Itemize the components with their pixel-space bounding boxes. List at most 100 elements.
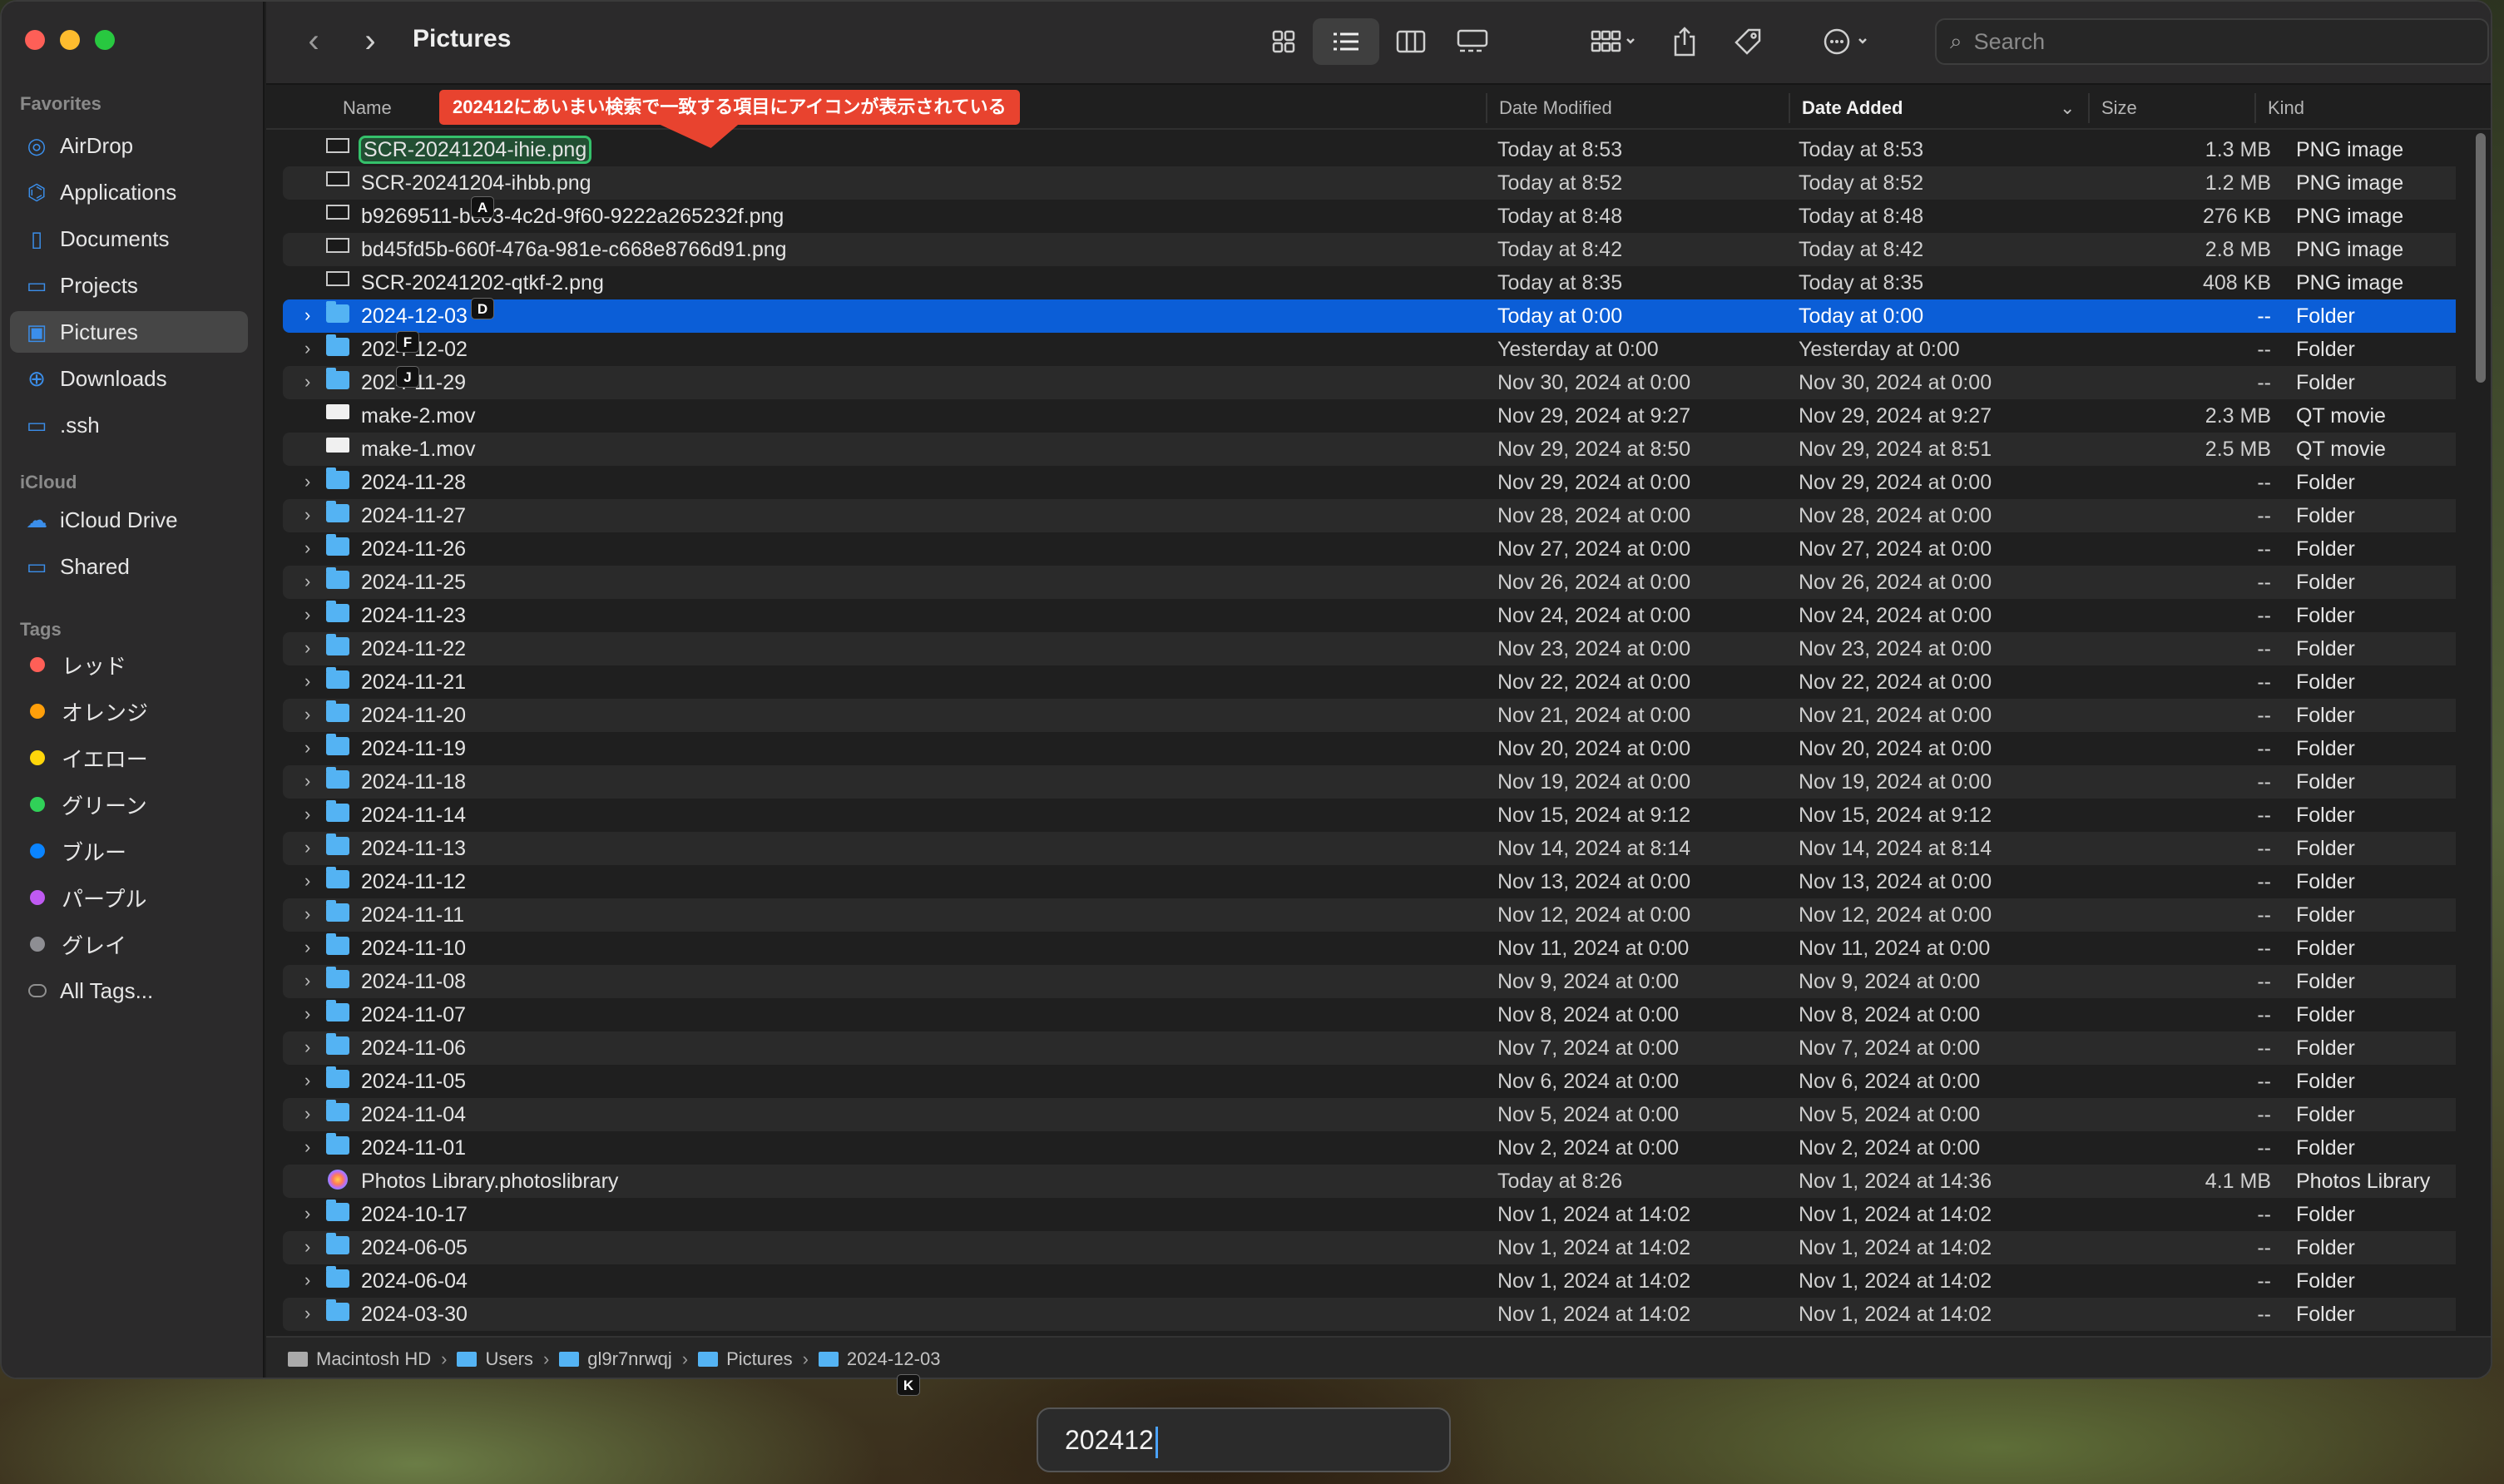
sidebar-tag-item[interactable]: グリーン [10,784,248,825]
back-button[interactable]: ‹ [293,20,334,62]
table-row[interactable]: › 2024-11-26 Nov 27, 2024 at 0:00 Nov 27, 2… [283,532,2456,566]
disclosure-chevron-icon[interactable]: › [304,637,310,659]
table-row[interactable]: › 2024-06-04 Nov 1, 2024 at 14:02 Nov 1, 20… [283,1264,2456,1298]
path-segment[interactable]: gl9r7nrwqj [559,1348,672,1370]
disclosure-chevron-icon[interactable]: › [304,804,310,825]
table-row[interactable]: › 2024-11-04 Nov 5, 2024 at 0:00 Nov 5, 202… [283,1098,2456,1131]
table-row[interactable]: SCR-20241204-ihbb.png Today at 8:52 Today … [283,166,2456,200]
gallery-view-button[interactable] [1447,18,1497,65]
hint-search-input[interactable]: 202412 [1037,1407,1451,1472]
column-size[interactable]: Size [2101,97,2137,119]
icon-view-button[interactable] [1261,18,1306,65]
disclosure-chevron-icon[interactable]: › [304,903,310,925]
sidebar-item--ssh[interactable]: ▭ .ssh [10,404,248,446]
table-row[interactable]: ›2024-11-29Nov 30, 2024 at 0:00Nov 30, 2… [283,366,2456,399]
path-segment[interactable]: Macintosh HD [288,1348,431,1370]
sidebar-tag-item[interactable]: レッド [10,644,248,685]
disclosure-chevron-icon[interactable]: › [304,970,310,992]
table-row[interactable]: › 2024-11-14 Nov 15, 2024 at 9:12 Nov 15, 2… [283,799,2456,832]
disclosure-chevron-icon[interactable]: › [304,504,310,526]
disclosure-chevron-icon[interactable]: › [304,870,310,892]
table-row[interactable]: › 2024-11-28 Nov 29, 2024 at 0:00 Nov 29, 2… [283,466,2456,499]
table-row[interactable]: › 2024-11-01 Nov 2, 2024 at 0:00 Nov 2, 202… [283,1131,2456,1165]
table-row[interactable]: make-2.mov Nov 29, 2024 at 9:27 Nov 29, 20… [283,399,2456,433]
disclosure-chevron-icon[interactable]: › [304,704,310,725]
disclosure-chevron-icon[interactable]: › [304,770,310,792]
table-row[interactable]: › 2024-11-19 Nov 20, 2024 at 0:00 Nov 20, 2… [283,732,2456,765]
sidebar-tag-item[interactable]: オレンジ [10,690,248,732]
sidebar-item-all-tags[interactable]: All Tags... [10,970,248,1012]
table-row[interactable]: › 2024-11-10 Nov 11, 2024 at 0:00 Nov 11, 2… [283,932,2456,965]
column-kind[interactable]: Kind [2268,97,2304,119]
list-view-button[interactable] [1313,18,1379,65]
disclosure-chevron-icon[interactable]: › [304,737,310,759]
table-row[interactable]: › 2024-03-30 Nov 1, 2024 at 14:02 Nov 1, 20… [283,1298,2456,1331]
more-actions-button[interactable] [1814,18,1882,65]
column-separator[interactable] [1486,93,1487,123]
forward-button[interactable]: › [349,20,391,62]
scroll-thumb[interactable] [2476,133,2486,383]
sidebar-item-shared[interactable]: ▭ Shared [10,546,248,587]
tag-button[interactable] [1727,18,1769,65]
search-field[interactable]: ⌕ Search [1935,18,2489,65]
disclosure-chevron-icon[interactable]: › [304,670,310,692]
keyboard-hint-badge[interactable]: J [396,366,419,388]
sidebar-tag-item[interactable]: ブルー [10,830,248,872]
table-row[interactable]: › 2024-11-13 Nov 14, 2024 at 8:14 Nov 14, 2… [283,832,2456,865]
disclosure-chevron-icon[interactable]: › [304,1036,310,1058]
table-row[interactable]: › 2024-11-11 Nov 12, 2024 at 0:00 Nov 12, 2… [283,898,2456,932]
table-row[interactable]: › 2024-11-08 Nov 9, 2024 at 0:00 Nov 9, 202… [283,965,2456,998]
column-view-button[interactable] [1388,18,1434,65]
sidebar-item-downloads[interactable]: ⊕ Downloads [10,358,248,399]
table-row[interactable]: Photos Library.photoslibrary Today at 8:2… [283,1165,2456,1198]
column-separator[interactable] [1789,93,1790,123]
path-segment[interactable]: Users [457,1348,533,1370]
table-row[interactable]: › 2024-06-05 Nov 1, 2024 at 14:02 Nov 1, 20… [283,1231,2456,1264]
disclosure-chevron-icon[interactable]: › [304,1070,310,1091]
table-row[interactable]: › 2024-11-25 Nov 26, 2024 at 0:00 Nov 26, 2… [283,566,2456,599]
sort-chevron-icon[interactable]: ⌄ [2060,97,2075,119]
disclosure-chevron-icon[interactable]: › [304,471,310,492]
column-separator[interactable] [2088,93,2090,123]
column-date-added[interactable]: Date Added [1802,97,1903,119]
keyboard-hint-badge[interactable]: F [396,331,419,353]
table-row[interactable]: › 2024-11-21 Nov 22, 2024 at 0:00 Nov 22, 2… [283,665,2456,699]
column-name[interactable]: Name [343,97,392,119]
sidebar-item-applications[interactable]: ⌬ Applications [10,171,248,213]
table-row[interactable]: › 2024-11-12 Nov 13, 2024 at 0:00 Nov 13, 2… [283,865,2456,898]
disclosure-chevron-icon[interactable]: › [304,1303,310,1324]
column-date-modified[interactable]: Date Modified [1499,97,1612,119]
close-window-button[interactable] [25,30,45,50]
sidebar-item-pictures[interactable]: ▣ Pictures [10,311,248,353]
table-row[interactable]: › 2024-11-18 Nov 19, 2024 at 0:00 Nov 19, 2… [283,765,2456,799]
table-row[interactable]: › 2024-11-05 Nov 6, 2024 at 0:00 Nov 6, 202… [283,1065,2456,1098]
disclosure-chevron-icon[interactable]: › [304,571,310,592]
table-row[interactable]: SCR-20241202-qtkf-2.png Today at 8:35 Toda… [283,266,2456,299]
table-row[interactable]: › 2024-11-06 Nov 7, 2024 at 0:00 Nov 7, 202… [283,1031,2456,1065]
table-row[interactable]: b9269511-bc03-4c2d-9f60-9222a265232f.png… [283,200,2456,233]
sidebar-tag-item[interactable]: イエロー [10,737,248,779]
keyboard-hint-badge[interactable]: D [471,298,494,319]
group-by-button[interactable] [1581,18,1647,65]
table-row[interactable]: › 2024-11-20 Nov 21, 2024 at 0:00 Nov 21, 2… [283,699,2456,732]
share-button[interactable] [1664,18,1705,65]
table-row[interactable]: › 2024-12-03 Today at 0:00 Today at 0:00 -- F… [283,299,2456,333]
table-row[interactable]: › 2024-11-07 Nov 8, 2024 at 0:00 Nov 8, 202… [283,998,2456,1031]
table-row[interactable]: make-1.mov Nov 29, 2024 at 8:50 Nov 29, 20… [283,433,2456,466]
table-row[interactable]: › 2024-11-22 Nov 23, 2024 at 0:00 Nov 23, 2… [283,632,2456,665]
zoom-window-button[interactable] [95,30,115,50]
disclosure-chevron-icon[interactable]: › [304,304,310,326]
table-row[interactable]: SCR-20241204-ihie.png Today at 8:53 Today … [283,133,2456,166]
table-row[interactable]: › 2024-10-17 Nov 1, 2024 at 14:02 Nov 1, 20… [283,1198,2456,1231]
sidebar-item-icloud-drive[interactable]: ☁ iCloud Drive [10,499,248,541]
keyboard-hint-badge[interactable]: K [897,1374,920,1396]
path-segment[interactable]: 2024-12-03 [818,1348,940,1370]
disclosure-chevron-icon[interactable]: › [304,604,310,626]
sidebar-tag-item[interactable]: パープル [10,877,248,918]
disclosure-chevron-icon[interactable]: › [304,1203,310,1224]
minimize-window-button[interactable] [60,30,80,50]
disclosure-chevron-icon[interactable]: › [304,1103,310,1125]
column-separator[interactable] [2254,93,2256,123]
table-row[interactable]: › 2024-11-27 Nov 28, 2024 at 0:00 Nov 28, 2… [283,499,2456,532]
disclosure-chevron-icon[interactable]: › [304,1236,310,1258]
